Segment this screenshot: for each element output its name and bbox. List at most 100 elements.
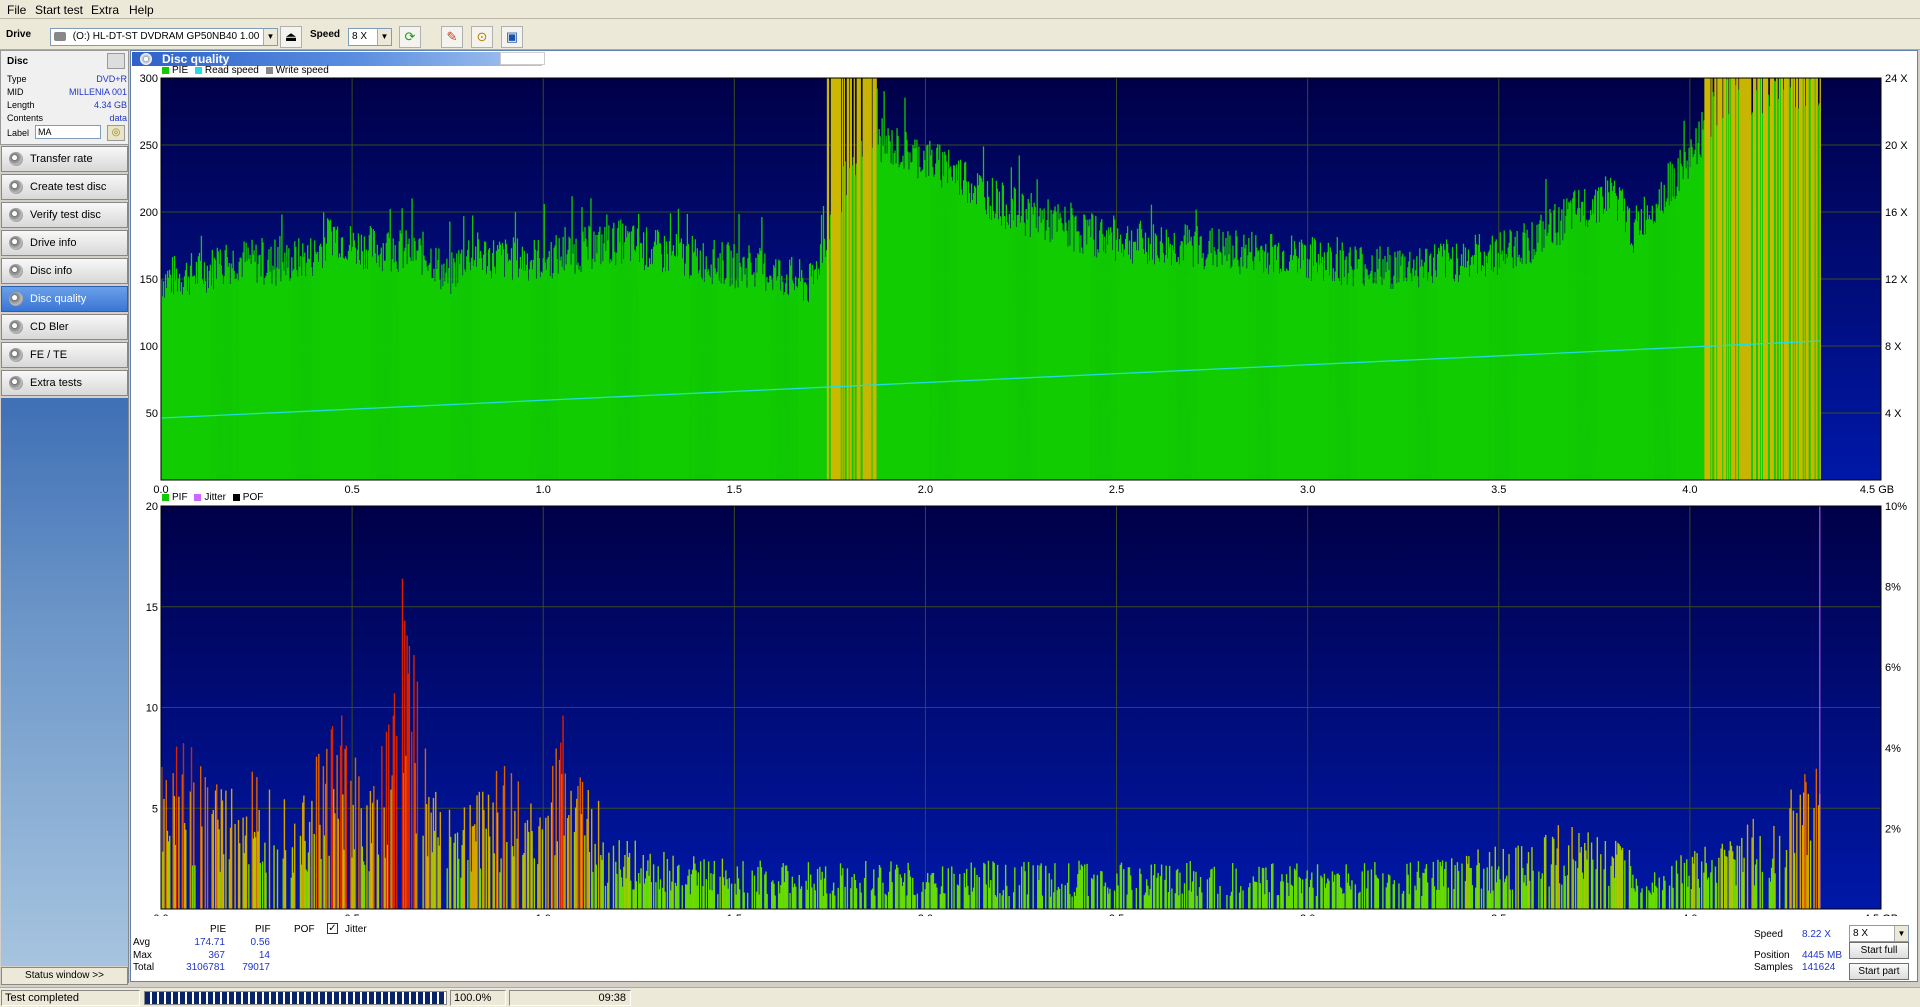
status-bar: Test completed 100.0% 09:38 [0, 987, 1920, 1007]
pif-bar [1793, 852, 1796, 909]
nav-cd-bler[interactable]: CD Bler [1, 314, 128, 340]
menu-help[interactable]: Help [129, 3, 154, 17]
pif-bar [568, 815, 570, 909]
pif-bar [1226, 895, 1228, 909]
pif-bar [697, 872, 700, 909]
disc-icon [140, 53, 152, 65]
pif-bar [1109, 888, 1111, 909]
pif-bar [524, 822, 526, 909]
speed-readout-value: 8.22 X [1802, 929, 1831, 940]
pif-bar [1658, 877, 1660, 909]
nav-create-test-disc[interactable]: Create test disc [1, 174, 128, 200]
pif-bar [488, 836, 491, 909]
pif-bar [1641, 888, 1643, 909]
disc-label-input[interactable]: MA [35, 125, 101, 139]
pif-bar [922, 882, 924, 909]
pif-bar [592, 871, 594, 909]
pif-x-tick-label: 1.0 [536, 913, 551, 916]
menu-start-test[interactable]: Start test [35, 3, 83, 17]
menu-file[interactable]: File [7, 3, 26, 17]
pif-bar [1050, 879, 1053, 909]
pif-bar [1778, 835, 1781, 909]
pif-bar [1664, 880, 1666, 909]
start-full-button[interactable]: Start full [1849, 942, 1909, 959]
pif-bar [728, 878, 730, 909]
pif-bar [1538, 871, 1540, 909]
pif-bar [1328, 880, 1330, 909]
nav-label: CD Bler [30, 321, 69, 333]
pif-bar [175, 746, 178, 909]
pif-bar [1334, 874, 1336, 909]
eject-button[interactable]: ⏏ [280, 26, 302, 48]
erase-button[interactable]: ✎ [441, 26, 463, 48]
pie-x-tick-label: 1.5 [727, 484, 742, 496]
pif-bar [746, 892, 749, 909]
drive-icon [54, 31, 66, 41]
test-speed-select[interactable]: 8 X ▼ [1849, 925, 1909, 942]
pif-bar [1624, 860, 1626, 909]
pif-bar [457, 858, 460, 909]
pif-bar [655, 882, 657, 909]
pif-bar [485, 828, 487, 909]
refresh-button[interactable]: ⟳ [399, 26, 421, 48]
status-window-button[interactable]: Status window >> [1, 967, 128, 985]
pif-bar [1592, 859, 1594, 909]
jitter-checkbox[interactable]: ✓ [327, 923, 338, 934]
drive-select[interactable]: (O:) HL-DT-ST DVDRAM GP50NB40 1.00 ▼ [50, 28, 278, 46]
pie-y-tick-label: 150 [140, 274, 158, 286]
stats-total-pif: 79017 [242, 962, 270, 973]
nav-extra-tests[interactable]: Extra tests [1, 370, 128, 396]
pif-bar [204, 777, 206, 909]
start-part-button[interactable]: Start part [1849, 963, 1909, 980]
pif-bar [1027, 861, 1030, 909]
nav-label: Disc info [30, 265, 73, 277]
pif-bar [914, 895, 916, 909]
screenshot-button[interactable]: ⊙ [471, 26, 493, 48]
pif-bar [699, 861, 702, 909]
nav-verify-test-disc[interactable]: Verify test disc [1, 202, 128, 228]
pif-bar [541, 829, 544, 909]
pif-bar [201, 826, 203, 909]
stats-row-label: Avg [133, 937, 151, 948]
pif-bar [163, 798, 165, 909]
pif-bar [169, 835, 171, 909]
disc-label-button[interactable]: ◎ [107, 125, 125, 141]
disc-header: Disc [7, 56, 29, 67]
pif-bar [1096, 875, 1099, 909]
nav-fe-te[interactable]: FE / TE [1, 342, 128, 368]
pif-bar [743, 892, 745, 909]
pif-bar [212, 810, 214, 909]
pif-bar [1587, 832, 1589, 909]
jitter-y-tick-label: 2% [1885, 823, 1901, 835]
pif-bar [650, 882, 653, 909]
pif-bar [428, 796, 430, 909]
nav-disc-quality[interactable]: Disc quality [1, 286, 128, 312]
disc-row-value: 4.34 GB [93, 100, 127, 110]
pif-bar [178, 796, 180, 909]
pif-bar [597, 800, 600, 909]
disc-toggle-button[interactable] [107, 53, 125, 69]
pif-bar [1071, 896, 1073, 909]
pif-bar [1389, 875, 1391, 909]
stats-total-pie: 3106781 [186, 962, 225, 973]
nav-drive-info[interactable]: Drive info [1, 230, 128, 256]
speed-select[interactable]: 8 X ▼ [348, 28, 392, 46]
pif-bar [860, 892, 862, 909]
nav-disc-info[interactable]: Disc info [1, 258, 128, 284]
pif-bar [1206, 879, 1209, 909]
pif-bar [1058, 888, 1061, 909]
disc-row-value: DVD+R [96, 74, 127, 84]
menu-extra[interactable]: Extra [91, 3, 119, 17]
pif-bar [1558, 883, 1561, 909]
pif-bar [713, 860, 716, 909]
pif-bar [1168, 865, 1171, 909]
pif-bar [503, 766, 506, 909]
disc-info-panel: Disc Type DVD+R MID MILLENIA 001 Length 4.3… [0, 50, 129, 145]
pif-x-tick-label: 0.5 [344, 913, 359, 916]
pif-bar [1213, 866, 1216, 909]
nav-transfer-rate[interactable]: Transfer rate [1, 146, 128, 172]
pif-y-tick-label: 5 [152, 803, 158, 815]
chevron-down-icon: ▼ [263, 29, 277, 45]
pif-bar [1272, 863, 1274, 909]
save-button[interactable]: ▣ [501, 26, 523, 48]
